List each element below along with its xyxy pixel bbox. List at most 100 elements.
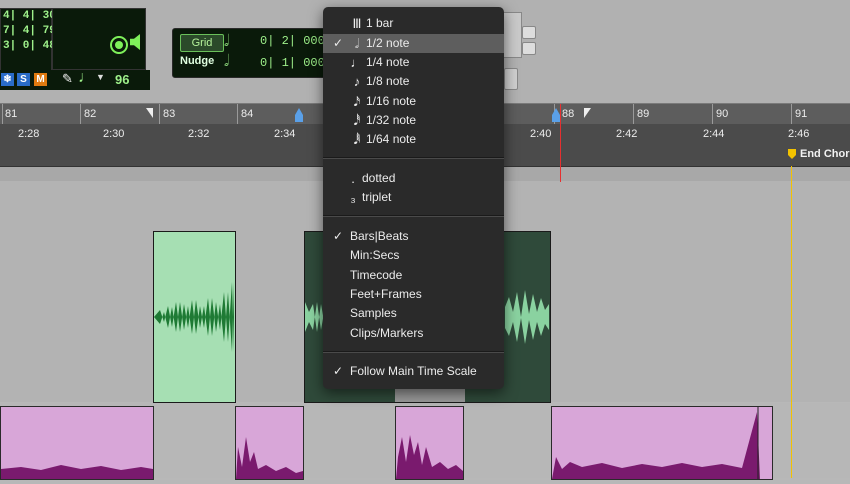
- main-counter[interactable]: 4| 4| 304 7| 4| 791 3| 0| 487: [0, 8, 63, 72]
- menu-item-label: 1/32 note: [366, 113, 417, 127]
- chevron-down-icon[interactable]: ▼: [96, 72, 105, 82]
- menu-item-label: dotted: [362, 171, 396, 185]
- counter-row: 7| 4| 791: [3, 25, 63, 37]
- waveform: [236, 437, 303, 479]
- menu-item-label: 1/2 note: [366, 36, 410, 50]
- quarter-note-icon: ♩: [350, 55, 364, 70]
- menu-item-label: 1/64 note: [366, 132, 417, 146]
- bar-icon: Ⅲ: [352, 16, 362, 31]
- bar-label: 88: [562, 108, 575, 120]
- thirtysecond-note-icon: 𝅘𝅥𝅰: [353, 113, 361, 128]
- bar-label: 83: [163, 108, 176, 120]
- half-note-icon: 𝅗𝅥: [354, 36, 360, 51]
- menu-item-triplet[interactable]: ₃ triplet: [323, 188, 504, 207]
- grid-note-icon: 𝅗𝅥: [224, 33, 230, 50]
- time-label: 2:42: [616, 128, 638, 140]
- checkmark-icon: ✓: [333, 36, 344, 50]
- menu-item-label: Feet+Frames: [350, 287, 422, 301]
- bar-label: 84: [241, 108, 254, 120]
- menu-item-timecode[interactable]: Timecode: [323, 266, 504, 285]
- eighth-note-icon: ♪: [353, 74, 361, 89]
- nudge-value[interactable]: 0| 1| 000: [260, 56, 325, 70]
- menu-item-follow-main-time-scale[interactable]: ✓ Follow Main Time Scale: [323, 362, 504, 381]
- audio-clip[interactable]: [551, 406, 773, 480]
- menu-separator: [323, 351, 504, 353]
- nudge-note-icon: 𝅗𝅥: [224, 53, 230, 70]
- menu-item-sixtyfourth-note[interactable]: 𝅘𝅥𝅱 1/64 note: [323, 130, 504, 149]
- time-label: 2:32: [188, 128, 210, 140]
- dot-icon: .: [351, 171, 355, 186]
- playhead-cursor[interactable]: [560, 104, 561, 182]
- s-button[interactable]: S: [17, 73, 30, 86]
- grid-button[interactable]: Grid: [180, 34, 224, 52]
- note-icon: ♩: [78, 69, 94, 86]
- ruler-tick: [791, 104, 792, 124]
- snowflake-icon[interactable]: ❄: [1, 73, 14, 86]
- menu-item-label: Min:Secs: [350, 248, 400, 262]
- ruler-tick: [2, 104, 3, 124]
- menu-item-half-note[interactable]: ✓ 𝅗𝅥 1/2 note: [323, 34, 504, 53]
- bar-label: 82: [84, 108, 97, 120]
- time-label: 2:40: [530, 128, 552, 140]
- audio-clip[interactable]: [235, 406, 304, 480]
- audio-clip[interactable]: [0, 406, 154, 480]
- menu-item-label: Follow Main Time Scale: [350, 364, 477, 378]
- menu-item-min-secs[interactable]: Min:Secs: [323, 246, 504, 265]
- tempo-value[interactable]: 96: [115, 72, 129, 87]
- audio-clip[interactable]: [395, 406, 464, 480]
- menu-item-feet-frames[interactable]: Feet+Frames: [323, 285, 504, 304]
- zoom-button[interactable]: [504, 68, 518, 90]
- bar-label: 89: [637, 108, 650, 120]
- menu-item-label: triplet: [362, 190, 392, 204]
- menu-item-label: Timecode: [350, 268, 403, 282]
- bar-label: 90: [716, 108, 729, 120]
- menu-item-dotted[interactable]: . dotted: [323, 169, 504, 188]
- ruler-tick: [633, 104, 634, 124]
- toggle-button[interactable]: [522, 26, 536, 39]
- menu-item-label: Samples: [350, 306, 397, 320]
- menu-item-1-bar[interactable]: Ⅲ 1 bar: [323, 14, 504, 33]
- time-label: 2:30: [103, 128, 125, 140]
- time-label: 2:44: [703, 128, 725, 140]
- menu-item-label: Bars|Beats: [350, 229, 409, 243]
- menu-separator: [323, 157, 504, 159]
- time-label: 2:46: [788, 128, 810, 140]
- menu-item-label: Clips/Markers: [350, 326, 424, 340]
- audio-clip[interactable]: [153, 231, 236, 403]
- menu-item-label: 1/8 note: [366, 74, 410, 88]
- pencil-icon[interactable]: ✎: [62, 71, 73, 87]
- menu-item-label: 1/16 note: [366, 94, 417, 108]
- waveform: [154, 282, 234, 352]
- checkmark-icon: ✓: [333, 229, 344, 243]
- time-label: 2:34: [274, 128, 296, 140]
- m-button[interactable]: M: [34, 73, 47, 86]
- waveform: [396, 435, 463, 479]
- end-marker-line: [791, 166, 792, 478]
- menu-separator: [323, 215, 504, 217]
- ruler-tick: [712, 104, 713, 124]
- sixtyfourth-note-icon: 𝅘𝅥𝅱: [353, 132, 361, 147]
- bar-label: 91: [795, 108, 808, 120]
- ruler-tick: [159, 104, 160, 124]
- menu-item-eighth-note[interactable]: ♪ 1/8 note: [323, 72, 504, 91]
- time-label: 2:28: [18, 128, 40, 140]
- nudge-button[interactable]: Nudge: [180, 55, 214, 67]
- menu-item-quarter-note[interactable]: ♩ 1/4 note: [323, 53, 504, 72]
- menu-item-sixteenth-note[interactable]: 𝅘𝅥𝅯 1/16 note: [323, 92, 504, 111]
- counter-row: 4| 4| 304: [3, 10, 63, 22]
- counter-row: 3| 0| 487: [3, 40, 63, 52]
- grid-value[interactable]: 0| 2| 000: [260, 34, 325, 48]
- menu-item-bars-beats[interactable]: ✓ Bars|Beats: [323, 227, 504, 246]
- bar-label: 81: [5, 108, 18, 120]
- triplet-icon: ₃: [350, 190, 356, 205]
- record-icon[interactable]: [110, 36, 128, 54]
- sixteenth-note-icon: 𝅘𝅥𝅯: [353, 94, 361, 109]
- menu-item-label: 1 bar: [366, 16, 394, 30]
- menu-item-clips-markers[interactable]: Clips/Markers: [323, 324, 504, 343]
- waveform: [1, 465, 153, 479]
- ruler-tick: [237, 104, 238, 124]
- menu-item-thirtysecond-note[interactable]: 𝅘𝅥𝅰 1/32 note: [323, 111, 504, 130]
- toggle-button[interactable]: [522, 42, 536, 55]
- end-marker-label[interactable]: End Chor: [800, 148, 850, 160]
- menu-item-samples[interactable]: Samples: [323, 304, 504, 323]
